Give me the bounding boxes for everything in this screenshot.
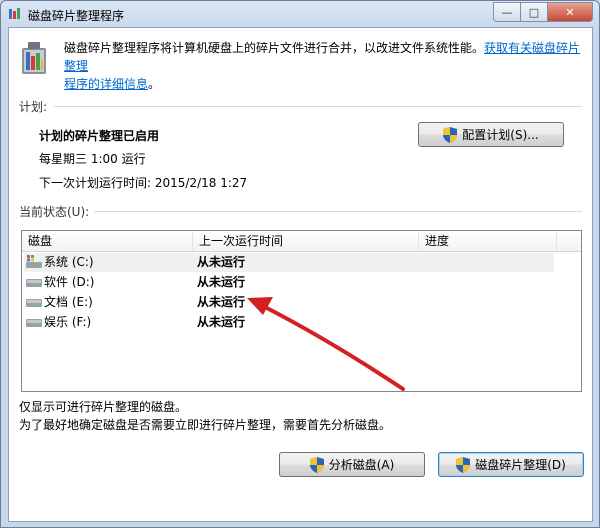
client-area: 磁盘碎片整理程序将计算机硬盘上的碎片文件进行合并，以改进文件系统性能。获取有关磁… (8, 27, 593, 522)
status-divider (94, 211, 582, 212)
uac-shield-icon (309, 456, 324, 473)
uac-shield-icon (456, 456, 471, 473)
defrag-app-icon (9, 8, 20, 19)
window-title: 磁盘碎片整理程序 (28, 9, 125, 23)
note-line-2: 为了最好地确定磁盘是否需要立即进行碎片整理，需要首先分析磁盘。 (19, 418, 392, 432)
defrag-window: 磁盘碎片整理程序 — □ ✕ 磁盘碎片整理程序将计算机硬盘上的碎片文件进行合并，… (0, 0, 600, 528)
close-button[interactable]: ✕ (548, 2, 593, 22)
system-drive-icon (26, 255, 42, 268)
schedule-divider (54, 106, 582, 107)
schedule-status: 计划的碎片整理已启用 (39, 129, 160, 143)
defragment-button[interactable]: 磁盘碎片整理(D) (438, 452, 584, 477)
description-suffix: 。 (148, 77, 161, 91)
hard-drive-icon (26, 279, 42, 287)
drive-name: 软件 (D:) (44, 275, 95, 289)
hard-drive-icon (26, 319, 42, 327)
drive-row-e[interactable]: 文档 (E:) 从未运行 (24, 293, 554, 312)
drive-last-run: 从未运行 (197, 295, 246, 309)
schedule-next-run: 下一次计划运行时间: 2015/2/18 1:27 (39, 176, 248, 190)
defrag-header-icon (22, 42, 46, 74)
drive-list-header: 磁盘 上一次运行时间 进度 (22, 231, 581, 252)
drive-last-run: 从未运行 (197, 315, 246, 329)
analyze-disk-label: 分析磁盘(A) (328, 458, 395, 472)
drive-row-d[interactable]: 软件 (D:) 从未运行 (24, 273, 554, 292)
current-status-label: 当前状态(U): (19, 205, 90, 219)
drive-last-run: 从未运行 (197, 275, 246, 289)
uac-shield-icon (443, 126, 458, 143)
drive-row-c[interactable]: 系统 (C:) 从未运行 (24, 253, 554, 272)
caption-buttons: — □ ✕ (493, 2, 593, 22)
help-link-continued[interactable]: 程序的详细信息 (64, 77, 148, 91)
maximize-button[interactable]: □ (521, 2, 548, 22)
defragment-label: 磁盘碎片整理(D) (475, 458, 566, 472)
analyze-disk-button[interactable]: 分析磁盘(A) (279, 452, 425, 477)
schedule-frequency: 每星期三 1:00 运行 (39, 152, 146, 166)
description-text: 磁盘碎片整理程序将计算机硬盘上的碎片文件进行合并，以改进文件系统性能。 (64, 41, 485, 55)
column-disk[interactable]: 磁盘 (22, 231, 193, 251)
drive-row-f[interactable]: 娱乐 (F:) 从未运行 (24, 313, 554, 332)
column-progress[interactable]: 进度 (419, 231, 557, 251)
drive-last-run: 从未运行 (197, 255, 246, 269)
drive-name: 娱乐 (F:) (44, 315, 92, 329)
column-last-run[interactable]: 上一次运行时间 (193, 231, 419, 251)
drive-name: 文档 (E:) (44, 295, 93, 309)
hard-drive-icon (26, 299, 42, 307)
drive-name: 系统 (C:) (44, 255, 94, 269)
configure-schedule-label: 配置计划(S)... (462, 128, 539, 142)
note-line-1: 仅显示可进行碎片整理的磁盘。 (19, 400, 188, 414)
drive-list[interactable]: 磁盘 上一次运行时间 进度 系统 (C:) 从未运行 软件 (D:) 从未运行 … (21, 230, 582, 392)
minimize-button[interactable]: — (493, 2, 521, 22)
description: 磁盘碎片整理程序将计算机硬盘上的碎片文件进行合并，以改进文件系统性能。获取有关磁… (64, 39, 584, 93)
configure-schedule-button[interactable]: 配置计划(S)... (418, 122, 564, 147)
title-bar[interactable]: 磁盘碎片整理程序 — □ ✕ (1, 1, 599, 27)
schedule-group-label: 计划: (19, 100, 48, 114)
